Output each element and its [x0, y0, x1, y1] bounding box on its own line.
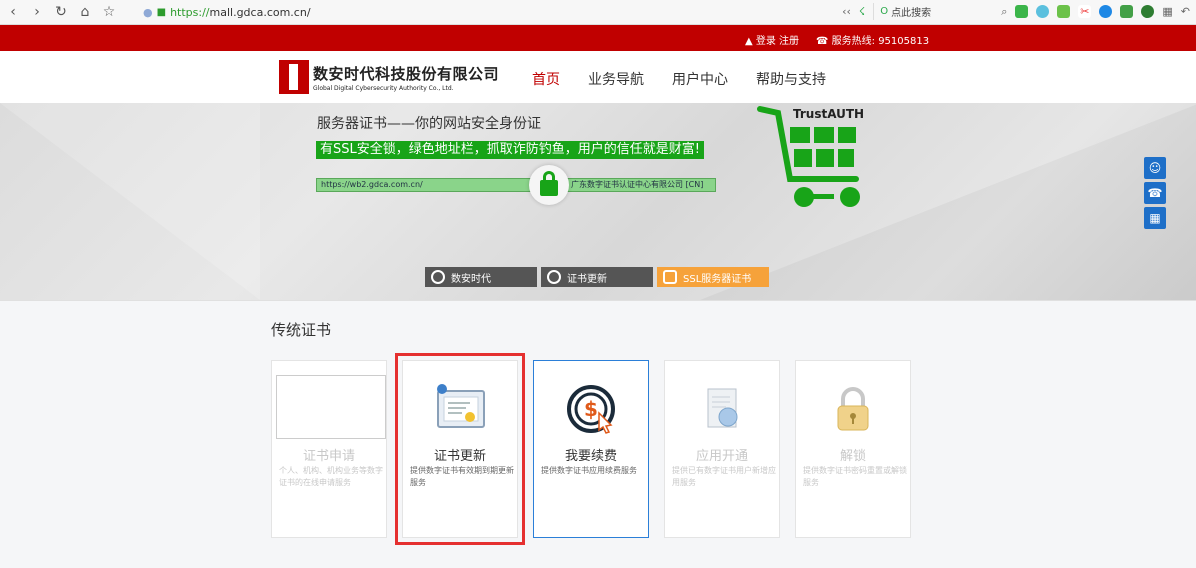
card-desc: 个人、机构、机构业务等数字证书的在线申请服务 — [279, 466, 383, 487]
logo-name-en: Global Digital Cybersecurity Authority C… — [313, 84, 454, 92]
main-nav: 首页 业务导航 用户中心 帮助与支持 — [532, 69, 854, 89]
back-icon[interactable]: ‹ — [2, 1, 24, 23]
extension-icon[interactable] — [1141, 5, 1155, 18]
broken-image-icon — [276, 375, 386, 439]
browser-toolbar: ‹ › ↻ ⌂ ☆ ● ■ https://mall.gdca.com.cn/ … — [0, 0, 1196, 25]
hero-banner[interactable]: 服务器证书——你的网站安全身份证 有SSL安全锁，绿色地址栏，抓取诈防钓鱼，用户… — [0, 103, 1196, 300]
address-scheme: https:// — [170, 6, 210, 19]
logo-mark-icon — [279, 60, 309, 94]
extension-icon[interactable] — [1015, 5, 1029, 18]
browser-search-placeholder: 点此搜索 — [891, 8, 932, 19]
secure-lock-icon: ■ — [156, 7, 167, 18]
card-title: 解锁 — [839, 449, 866, 464]
card-desc: 提供已有数字证书用户新增应用服务 — [672, 466, 776, 487]
svg-text:$: $ — [584, 397, 598, 421]
service-card-renew-fee[interactable]: $ 我要续费 提供数字证书应用续费服务 — [533, 360, 649, 538]
card-desc: 提供数字证书密码重置或解锁服务 — [803, 466, 907, 487]
ssl-lock-badge — [529, 165, 569, 205]
logo-name-cn: 数安时代科技股份有限公司 — [313, 64, 500, 83]
user-icon: ▲ — [745, 36, 756, 47]
search-icon[interactable]: ⌕ — [1001, 5, 1007, 19]
section-title: 传统证书 — [271, 321, 332, 339]
undo-icon[interactable]: ↶ — [1181, 5, 1190, 18]
browser-search-box[interactable]: O 点此搜索 — [873, 3, 993, 20]
banner-tab-cert-renewal[interactable]: 证书更新 — [541, 267, 653, 287]
scissors-icon[interactable]: ✂ — [1078, 5, 1092, 18]
nav-item-user-center[interactable]: 用户中心 — [672, 69, 728, 89]
grid-icon[interactable]: ▦ — [1162, 5, 1172, 18]
main-content: 传统证书 证书申请 个人、机构、机构业务等数字证书的在线申请服务 证书更新 提供… — [0, 300, 1196, 568]
card-title: 证书申请 — [302, 449, 355, 464]
top-red-bar: ▲ 登录 注册 ☎ 服务热线: 95105813 — [0, 25, 1196, 51]
card-desc: 提供数字证书有效期到期更新服务 — [410, 466, 514, 487]
bookmark-star-icon[interactable]: ☆ — [98, 1, 120, 23]
certificate-icon — [437, 384, 485, 428]
ssl-org: 广东数字证书认证中心有限公司 [CN] — [571, 180, 704, 189]
globe-icon: ● — [143, 6, 153, 19]
service-card-unlock[interactable]: 解锁 提供数字证书密码重置或解锁服务 — [795, 360, 911, 538]
hotline-text: ☎ 服务热线: 95105813 — [816, 32, 929, 47]
qrcode-icon[interactable]: ▦ — [1144, 207, 1166, 229]
extension-icon[interactable] — [1057, 5, 1071, 18]
login-register-link[interactable]: ▲ 登录 注册 — [745, 32, 799, 47]
nav-item-home[interactable]: 首页 — [532, 69, 560, 89]
banner-tab-ssl[interactable]: SSL服务器证书 — [657, 267, 769, 287]
banner-tab-label: 证书更新 — [567, 273, 607, 285]
home-icon[interactable]: ⌂ — [74, 1, 96, 23]
share-icon[interactable]: ‹‹ — [842, 5, 851, 18]
search-engine-icon: O — [880, 6, 889, 17]
refresh-icon[interactable]: ↻ — [50, 1, 72, 23]
refresh-icon — [547, 270, 561, 284]
site-header: 数安时代科技股份有限公司 Global Digital Cybersecurit… — [0, 51, 1196, 103]
lightning-icon[interactable]: ☇ — [859, 5, 865, 18]
service-card-apply[interactable]: 证书申请 个人、机构、机构业务等数字证书的在线申请服务 — [271, 360, 387, 538]
card-title: 我要续费 — [564, 449, 617, 464]
forward-icon[interactable]: › — [26, 1, 48, 23]
floating-contact-bar: ☺ ☎ ▦ — [1144, 157, 1166, 229]
service-card-renewal[interactable]: 证书更新 提供数字证书有效期到期更新服务 — [395, 353, 525, 545]
card-desc: 提供数字证书应用续费服务 — [541, 466, 637, 475]
card-title: 证书更新 — [433, 449, 486, 464]
hotline-label: 服务热线: 95105813 — [831, 36, 930, 47]
qq-icon[interactable]: ☺ — [1144, 157, 1166, 179]
site-logo[interactable]: 数安时代科技股份有限公司 Global Digital Cybersecurit… — [279, 60, 499, 94]
banner-title: 服务器证书——你的网站安全身份证 — [317, 116, 541, 132]
browser-tools: ‹‹ ☇ O 点此搜索 ⌕ ✂ ▦ ↶ — [842, 3, 1190, 20]
service-card-app-activation[interactable]: 应用开通 提供已有数字证书用户新增应用服务 — [664, 360, 780, 538]
phone-icon: ☎ — [816, 36, 832, 47]
card-title: 应用开通 — [695, 449, 748, 464]
nav-item-help[interactable]: 帮助与支持 — [756, 69, 826, 89]
logo-text: 数安时代科技股份有限公司 Global Digital Cybersecurit… — [313, 63, 499, 92]
banner-tab-gdca[interactable]: 数安时代 — [425, 267, 537, 287]
banner-facet — [0, 103, 260, 300]
extension-icon[interactable] — [1036, 5, 1050, 18]
banner-tab-label: SSL服务器证书 — [683, 273, 752, 285]
service-cards: 证书申请 个人、机构、机构业务等数字证书的在线申请服务 证书更新 提供数字证书有… — [271, 353, 911, 545]
extension-icon[interactable] — [1099, 5, 1113, 18]
extension-icon[interactable] — [1120, 5, 1134, 18]
padlock-icon — [837, 387, 869, 431]
dollar-icon: $ — [567, 385, 615, 434]
banner-tabs: 数安时代 证书更新 SSL服务器证书 — [425, 267, 769, 287]
login-register-label: 登录 注册 — [755, 36, 800, 47]
padlock-icon — [540, 171, 558, 196]
shopping-cart-icon — [757, 106, 860, 207]
refresh-icon — [431, 270, 445, 284]
phone-icon[interactable]: ☎ — [1144, 182, 1166, 204]
shield-icon — [663, 270, 677, 284]
ssl-address-bar-illustration: https://wb2.gdca.com.cn/ 广东数字证书认证中心有限公司 … — [316, 178, 716, 192]
banner-tab-label: 数安时代 — [451, 273, 491, 285]
address-text: https://mall.gdca.com.cn/ — [170, 6, 310, 19]
ssl-url: https://wb2.gdca.com.cn/ — [321, 180, 423, 189]
banner-slogan: 有SSL安全锁，绿色地址栏，抓取诈防钓鱼，用户的信任就是财富! — [316, 141, 704, 159]
document-globe-icon — [707, 388, 738, 428]
nav-item-business[interactable]: 业务导航 — [588, 69, 644, 89]
address-host: mall.gdca.com.cn/ — [209, 6, 311, 19]
address-bar[interactable]: ● ■ https://mall.gdca.com.cn/ — [143, 4, 311, 21]
